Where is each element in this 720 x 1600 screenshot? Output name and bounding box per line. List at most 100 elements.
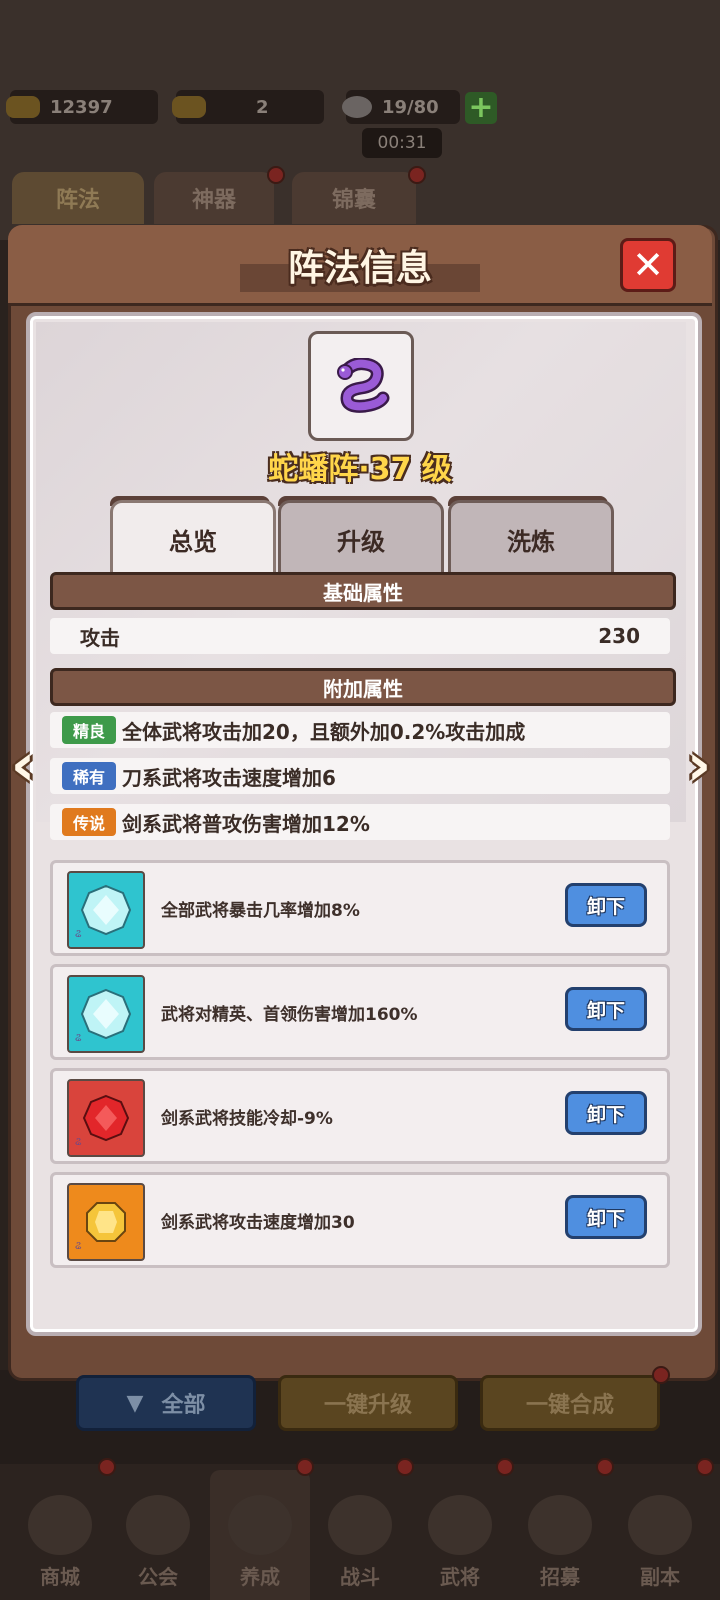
nav-shop[interactable]: 商城	[12, 1480, 108, 1590]
unequip-button[interactable]: 卸下	[565, 1091, 647, 1135]
merge-all-button[interactable]: 一键合成	[480, 1375, 660, 1431]
gold-ingot-icon	[6, 96, 40, 118]
attack-value: 230	[598, 624, 640, 648]
filter-all-label: 全部	[161, 1393, 206, 1418]
close-button[interactable]: ✕	[620, 238, 676, 292]
nav-dungeon[interactable]: 副本	[612, 1480, 708, 1590]
gem-effect-text: 武将对精英、首领伤害增加160%	[161, 1004, 418, 1025]
attack-row: 攻击 230	[50, 618, 670, 654]
stamina-counter: 19/80	[342, 90, 460, 124]
ticket-value: 2	[256, 96, 269, 118]
gate-icon	[628, 1495, 692, 1555]
gold-value: 12397	[50, 96, 113, 118]
helmet-icon	[428, 1495, 492, 1555]
extra-attribute-row: 精良 全体武将攻击加20，且额外加0.2%攻击加成	[50, 712, 670, 748]
attribute-text: 全体武将攻击加20，且额外加0.2%攻击加成	[122, 719, 526, 744]
nav-label: 招募	[540, 1565, 580, 1589]
formation-icon-frame	[308, 331, 414, 441]
upgrade-all-button[interactable]: 一键升级	[278, 1375, 458, 1431]
ticket-icon	[172, 96, 206, 118]
gem-icon-frame: ଌ	[67, 871, 145, 949]
nav-label: 战斗	[340, 1565, 380, 1589]
unequip-button[interactable]: 卸下	[565, 883, 647, 927]
snake-mini-icon: ଌ	[75, 927, 82, 940]
bg-tab-pouch[interactable]: 锦囊	[292, 172, 416, 224]
previous-formation-button[interactable]: ‹	[0, 735, 46, 795]
nav-guild[interactable]: 公会	[110, 1480, 206, 1590]
add-stamina-button[interactable]: +	[465, 92, 497, 124]
notification-dot	[696, 1458, 714, 1476]
attribute-text: 剑系武将普攻伤害增加12%	[122, 811, 370, 836]
ticket-counter: 2	[172, 90, 324, 124]
nav-label: 商城	[40, 1565, 80, 1589]
extra-attribute-row: 传说 剑系武将普攻伤害增加12%	[50, 804, 670, 840]
gem-icon-frame: ଌ	[67, 975, 145, 1053]
base-attributes-header: 基础属性	[50, 572, 676, 610]
formation-name-level: 蛇蟠阵·37 级	[268, 452, 452, 487]
quality-badge: 精良	[62, 716, 116, 744]
attack-label: 攻击	[80, 625, 120, 650]
snake-mini-icon: ଌ	[75, 1239, 82, 1252]
notification-dot	[408, 166, 426, 184]
swirl-icon	[228, 1495, 292, 1555]
gem-effect-text: 剑系武将攻击速度增加30	[161, 1212, 355, 1233]
snake-mini-icon: ଌ	[75, 1031, 82, 1044]
nav-label: 养成	[240, 1565, 280, 1589]
notification-dot	[267, 166, 285, 184]
filter-all-button[interactable]: ▼ 全部	[76, 1375, 256, 1431]
chevron-left-icon: ‹	[10, 730, 36, 800]
extra-attributes-header: 附加属性	[50, 668, 676, 706]
red-ruby-icon	[82, 1094, 130, 1142]
nav-recruit[interactable]: 招募	[512, 1480, 608, 1590]
notification-dot	[296, 1458, 314, 1476]
gem-slot: ଌ 剑系武将技能冷却-9% 卸下	[50, 1068, 670, 1164]
tab-overview[interactable]: 总览	[110, 500, 276, 575]
bg-tab-formation[interactable]: 阵法	[12, 172, 144, 224]
gem-slot: ଌ 全部武将暴击几率增加8% 卸下	[50, 860, 670, 956]
notification-dot	[596, 1458, 614, 1476]
gem-effect-text: 剑系武将技能冷却-9%	[161, 1108, 333, 1129]
unequip-button[interactable]: 卸下	[565, 1195, 647, 1239]
notification-dot	[396, 1458, 414, 1476]
attribute-text: 刀系武将攻击速度增加6	[122, 765, 336, 790]
quality-badge: 稀有	[62, 762, 116, 790]
chevron-right-icon: ›	[686, 730, 712, 800]
nav-label: 公会	[138, 1565, 178, 1589]
bun-icon	[342, 96, 372, 118]
snake-mini-icon: ଌ	[75, 1135, 82, 1148]
purple-snake-icon	[337, 358, 390, 413]
nav-generals[interactable]: 武将	[412, 1480, 508, 1590]
nav-battle[interactable]: 战斗	[312, 1480, 408, 1590]
tab-upgrade[interactable]: 升级	[278, 500, 444, 575]
stamina-value: 19/80	[382, 96, 439, 118]
stamina-timer: 00:31	[362, 128, 442, 158]
nav-label: 武将	[440, 1565, 480, 1589]
bg-tab-artifact[interactable]: 神器	[154, 172, 274, 224]
panel-title: 阵法信息	[287, 248, 432, 289]
quality-badge: 传说	[62, 808, 116, 836]
notification-dot	[652, 1366, 670, 1384]
coin-icon	[28, 1495, 92, 1555]
gem-icon-frame: ଌ	[67, 1183, 145, 1261]
unequip-button[interactable]: 卸下	[565, 987, 647, 1031]
nav-develop[interactable]: 养成	[212, 1480, 308, 1590]
close-icon: ✕	[632, 243, 664, 287]
gem-slot: ଌ 武将对精英、首领伤害增加160% 卸下	[50, 964, 670, 1060]
gem-slot: ଌ 剑系武将攻击速度增加30 卸下	[50, 1172, 670, 1268]
recruit-banner-icon	[528, 1495, 592, 1555]
gold-counter: 12397	[6, 90, 158, 124]
next-formation-button[interactable]: ›	[676, 735, 720, 795]
notification-dot	[98, 1458, 116, 1476]
cyan-diamond-icon	[80, 884, 132, 936]
gem-icon-frame: ଌ	[67, 1079, 145, 1157]
nav-label: 副本	[640, 1565, 680, 1589]
notification-dot	[496, 1458, 514, 1476]
triangle-down-icon: ▼	[126, 1390, 144, 1416]
gold-topaz-icon	[86, 1202, 126, 1242]
extra-attribute-row: 稀有 刀系武将攻击速度增加6	[50, 758, 670, 794]
shield-icon	[126, 1495, 190, 1555]
tab-refine[interactable]: 洗炼	[448, 500, 614, 575]
gem-effect-text: 全部武将暴击几率增加8%	[161, 900, 360, 921]
cyan-diamond-icon	[80, 988, 132, 1040]
crossed-swords-icon	[328, 1495, 392, 1555]
